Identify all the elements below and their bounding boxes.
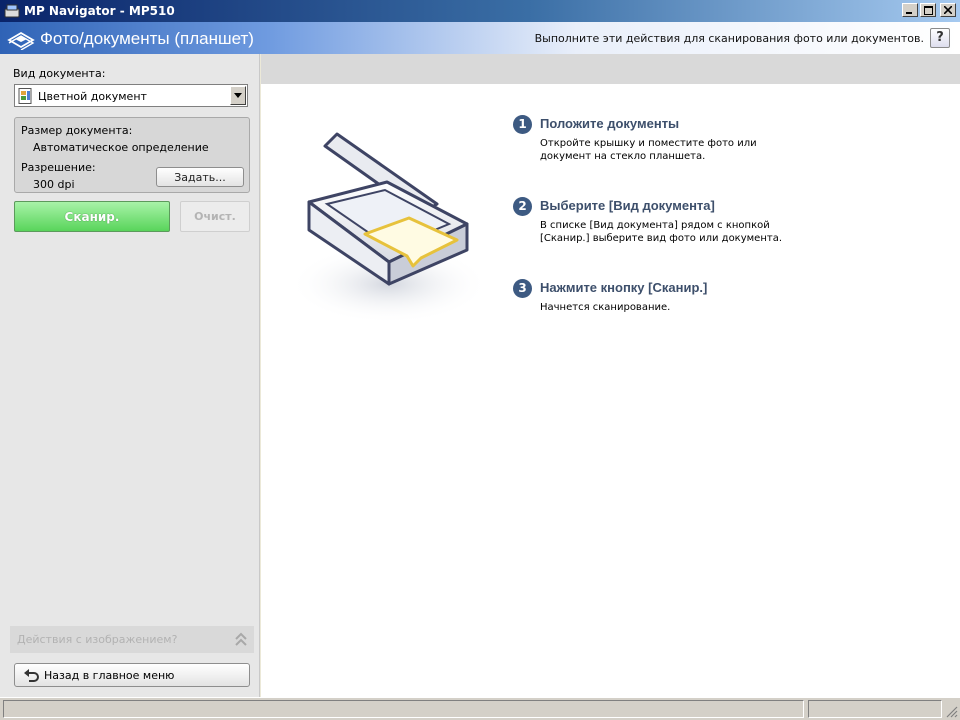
window-title: MP Navigator - MP510 xyxy=(24,4,175,18)
chevron-double-up-icon xyxy=(235,632,247,646)
settings-panel: Вид документа: Цветной документ Размер д… xyxy=(0,54,260,697)
help-button[interactable]: ? xyxy=(930,28,950,48)
scan-settings-box: Размер документа: Автоматическое определ… xyxy=(14,117,250,193)
image-actions-bar[interactable]: Действия с изображением? xyxy=(10,626,254,653)
top-strip xyxy=(261,54,960,84)
document-size-label: Размер документа: xyxy=(21,124,133,137)
close-icon xyxy=(944,6,952,14)
maximize-icon xyxy=(923,5,933,15)
step-title: Нажмите кнопку [Сканир.] xyxy=(540,280,708,295)
status-pane-secondary xyxy=(808,700,942,718)
minimize-icon xyxy=(906,12,912,14)
document-type-select[interactable]: Цветной документ xyxy=(14,84,248,107)
mode-header: Фото/документы (планшет) Выполните эти д… xyxy=(0,22,960,54)
dropdown-button[interactable] xyxy=(230,86,246,105)
help-icon: ? xyxy=(936,30,944,45)
document-type-value: Цветной документ xyxy=(38,90,147,103)
page-title: Фото/документы (планшет) xyxy=(40,29,254,48)
main-content: 1 Положите документы Откройте крышку и п… xyxy=(261,54,960,697)
step-number-icon: 2 xyxy=(513,197,532,216)
title-bar: MP Navigator - MP510 xyxy=(0,0,960,22)
step-title: Положите документы xyxy=(540,116,680,131)
close-button[interactable] xyxy=(940,3,956,17)
step-title: Выберите [Вид документа] xyxy=(540,198,715,213)
chevron-down-icon xyxy=(234,93,242,98)
minimize-button[interactable] xyxy=(902,3,918,17)
step-description: В списке [Вид документа] рядом с кнопкой… xyxy=(540,220,783,244)
step-number-icon: 3 xyxy=(513,279,532,298)
step-description: Откройте крышку и поместите фото или док… xyxy=(540,138,757,162)
document-type-label: Вид документа: xyxy=(13,67,106,80)
step-description: Начнется сканирование. xyxy=(540,302,671,313)
flatbed-photo-icon xyxy=(7,31,35,50)
color-document-icon xyxy=(18,88,32,104)
flatbed-scanner-illustration xyxy=(289,132,489,324)
resolution-label: Разрешение: xyxy=(21,161,96,174)
status-bar xyxy=(0,697,960,720)
resize-grip-icon[interactable] xyxy=(946,706,958,718)
scan-button[interactable]: Сканир. xyxy=(14,201,170,232)
instruction-text: Выполните эти действия для сканирования … xyxy=(534,32,924,45)
clear-button: Очист. xyxy=(180,201,250,232)
back-to-main-menu-button[interactable]: Назад в главное меню xyxy=(14,663,250,687)
image-actions-label: Действия с изображением? xyxy=(17,633,178,646)
maximize-button[interactable] xyxy=(920,3,936,17)
set-button[interactable]: Задать... xyxy=(156,167,244,187)
status-pane-main xyxy=(3,700,804,718)
resolution-value: 300 dpi xyxy=(33,178,75,191)
document-size-value: Автоматическое определение xyxy=(33,141,209,154)
app-icon xyxy=(4,4,20,18)
step-number-icon: 1 xyxy=(513,115,532,134)
back-button-label: Назад в главное меню xyxy=(44,669,175,682)
back-arrow-icon xyxy=(24,669,39,682)
